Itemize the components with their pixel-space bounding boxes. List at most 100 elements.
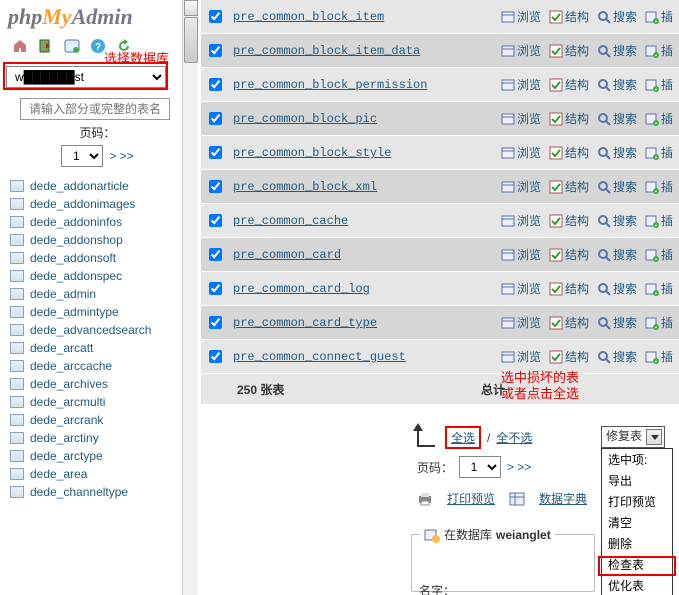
row-checkbox[interactable]	[209, 316, 222, 329]
op-browse[interactable]: 浏览	[501, 42, 541, 59]
tree-item[interactable]: dede_admintype	[0, 303, 195, 321]
op-insert[interactable]: +插	[645, 178, 673, 195]
row-checkbox[interactable]	[209, 10, 222, 23]
table-name-link[interactable]: pre_common_block_item	[233, 10, 384, 24]
home-icon[interactable]	[12, 38, 28, 54]
op-search[interactable]: 搜索	[597, 42, 637, 59]
tree-item-link[interactable]: dede_arcmulti	[30, 395, 105, 409]
op-structure[interactable]: 结构	[549, 280, 589, 297]
exit-icon[interactable]	[38, 38, 54, 54]
op-structure[interactable]: 结构	[549, 212, 589, 229]
tree-item[interactable]: dede_addonspec	[0, 267, 195, 285]
tree-item-link[interactable]: dede_archives	[30, 377, 108, 391]
dropdown-item[interactable]: 导出	[602, 470, 672, 491]
tree-item[interactable]: dede_archives	[0, 375, 195, 393]
table-name-link[interactable]: pre_common_card_log	[233, 282, 370, 296]
row-checkbox[interactable]	[209, 350, 222, 363]
tree-item-link[interactable]: dede_addonarticle	[30, 179, 129, 193]
tree-item-link[interactable]: dede_addonimages	[30, 197, 135, 211]
op-search[interactable]: 搜索	[597, 246, 637, 263]
dropdown-item[interactable]: 优化表	[602, 575, 672, 595]
op-insert[interactable]: +插	[645, 246, 673, 263]
op-search[interactable]: 搜索	[597, 178, 637, 195]
tree-item[interactable]: dede_arctiny	[0, 429, 195, 447]
op-browse[interactable]: 浏览	[501, 212, 541, 229]
tree-item[interactable]: dede_admin	[0, 285, 195, 303]
op-search[interactable]: 搜索	[597, 348, 637, 365]
tree-item-link[interactable]: dede_admintype	[30, 305, 119, 319]
op-browse[interactable]: 浏览	[501, 314, 541, 331]
database-select[interactable]: w██████st	[6, 66, 166, 88]
tree-item-link[interactable]: dede_arctiny	[30, 431, 99, 445]
dropdown-item[interactable]: 删除	[602, 533, 672, 554]
op-browse[interactable]: 浏览	[501, 8, 541, 25]
print-preview-link[interactable]: 打印预览	[447, 490, 495, 507]
table-name-link[interactable]: pre_common_connect_guest	[233, 350, 406, 364]
page2-select[interactable]: 1	[459, 456, 501, 478]
tree-item-link[interactable]: dede_arctype	[30, 449, 103, 463]
op-insert[interactable]: +插	[645, 314, 673, 331]
table-name-link[interactable]: pre_common_card_type	[233, 316, 377, 330]
page-select[interactable]: 1	[61, 145, 103, 167]
table-name-link[interactable]: pre_common_block_permission	[233, 78, 427, 92]
tree-item-link[interactable]: dede_arccache	[30, 359, 112, 373]
op-search[interactable]: 搜索	[597, 314, 637, 331]
tree-item-link[interactable]: dede_area	[30, 467, 87, 481]
tree-item[interactable]: dede_addonarticle	[0, 177, 195, 195]
table-name-link[interactable]: pre_common_block_pic	[233, 112, 377, 126]
tree-item[interactable]: dede_arctype	[0, 447, 195, 465]
tree-item[interactable]: dede_arcatt	[0, 339, 195, 357]
table-filter-input[interactable]	[20, 98, 170, 120]
tree-item[interactable]: dede_channeltype	[0, 483, 195, 501]
op-structure[interactable]: 结构	[549, 144, 589, 161]
row-checkbox[interactable]	[209, 78, 222, 91]
op-browse[interactable]: 浏览	[501, 76, 541, 93]
tree-item[interactable]: dede_area	[0, 465, 195, 483]
op-insert[interactable]: +插	[645, 8, 673, 25]
op-structure[interactable]: 结构	[549, 348, 589, 365]
tree-item[interactable]: dede_addonimages	[0, 195, 195, 213]
tree-item-link[interactable]: dede_arcatt	[30, 341, 93, 355]
op-browse[interactable]: 浏览	[501, 246, 541, 263]
tree-item[interactable]: dede_arccache	[0, 357, 195, 375]
op-insert[interactable]: +插	[645, 42, 673, 59]
op-browse[interactable]: 浏览	[501, 144, 541, 161]
tree-item[interactable]: dede_arcrank	[0, 411, 195, 429]
op-search[interactable]: 搜索	[597, 212, 637, 229]
tree-item-link[interactable]: dede_admin	[30, 287, 96, 301]
dropdown-item[interactable]: 打印预览	[602, 491, 672, 512]
tree-item[interactable]: dede_addonsoft	[0, 249, 195, 267]
page-next[interactable]: > >>	[109, 149, 133, 163]
row-checkbox[interactable]	[209, 214, 222, 227]
op-structure[interactable]: 结构	[549, 42, 589, 59]
table-name-link[interactable]: pre_common_cache	[233, 214, 348, 228]
table-name-link[interactable]: pre_common_block_item_data	[233, 44, 420, 58]
uncheck-all-link[interactable]: 全不选	[496, 429, 532, 446]
op-search[interactable]: 搜索	[597, 110, 637, 127]
op-structure[interactable]: 结构	[549, 314, 589, 331]
tree-item[interactable]: dede_addoninfos	[0, 213, 195, 231]
tree-item-link[interactable]: dede_arcrank	[30, 413, 103, 427]
row-checkbox[interactable]	[209, 112, 222, 125]
tree-item[interactable]: dede_arcmulti	[0, 393, 195, 411]
page2-next[interactable]: > >>	[507, 460, 531, 474]
tree-item-link[interactable]: dede_addonshop	[30, 233, 123, 247]
tree-item-link[interactable]: dede_advancedsearch	[30, 323, 151, 337]
op-search[interactable]: 搜索	[597, 8, 637, 25]
table-name-link[interactable]: pre_common_block_xml	[233, 180, 377, 194]
op-browse[interactable]: 浏览	[501, 280, 541, 297]
op-browse[interactable]: 浏览	[501, 178, 541, 195]
tree-item-link[interactable]: dede_addonsoft	[30, 251, 116, 265]
row-checkbox[interactable]	[209, 180, 222, 193]
op-browse[interactable]: 浏览	[501, 110, 541, 127]
op-search[interactable]: 搜索	[597, 76, 637, 93]
op-insert[interactable]: +插	[645, 76, 673, 93]
data-dictionary-link[interactable]: 数据字典	[539, 490, 587, 507]
op-insert[interactable]: +插	[645, 144, 673, 161]
op-search[interactable]: 搜索	[597, 280, 637, 297]
check-all-link[interactable]: 全选	[451, 431, 475, 445]
dropdown-item[interactable]: 清空	[602, 512, 672, 533]
chevron-down-icon[interactable]	[646, 429, 662, 445]
op-insert[interactable]: +插	[645, 348, 673, 365]
tree-item-link[interactable]: dede_addonspec	[30, 269, 122, 283]
